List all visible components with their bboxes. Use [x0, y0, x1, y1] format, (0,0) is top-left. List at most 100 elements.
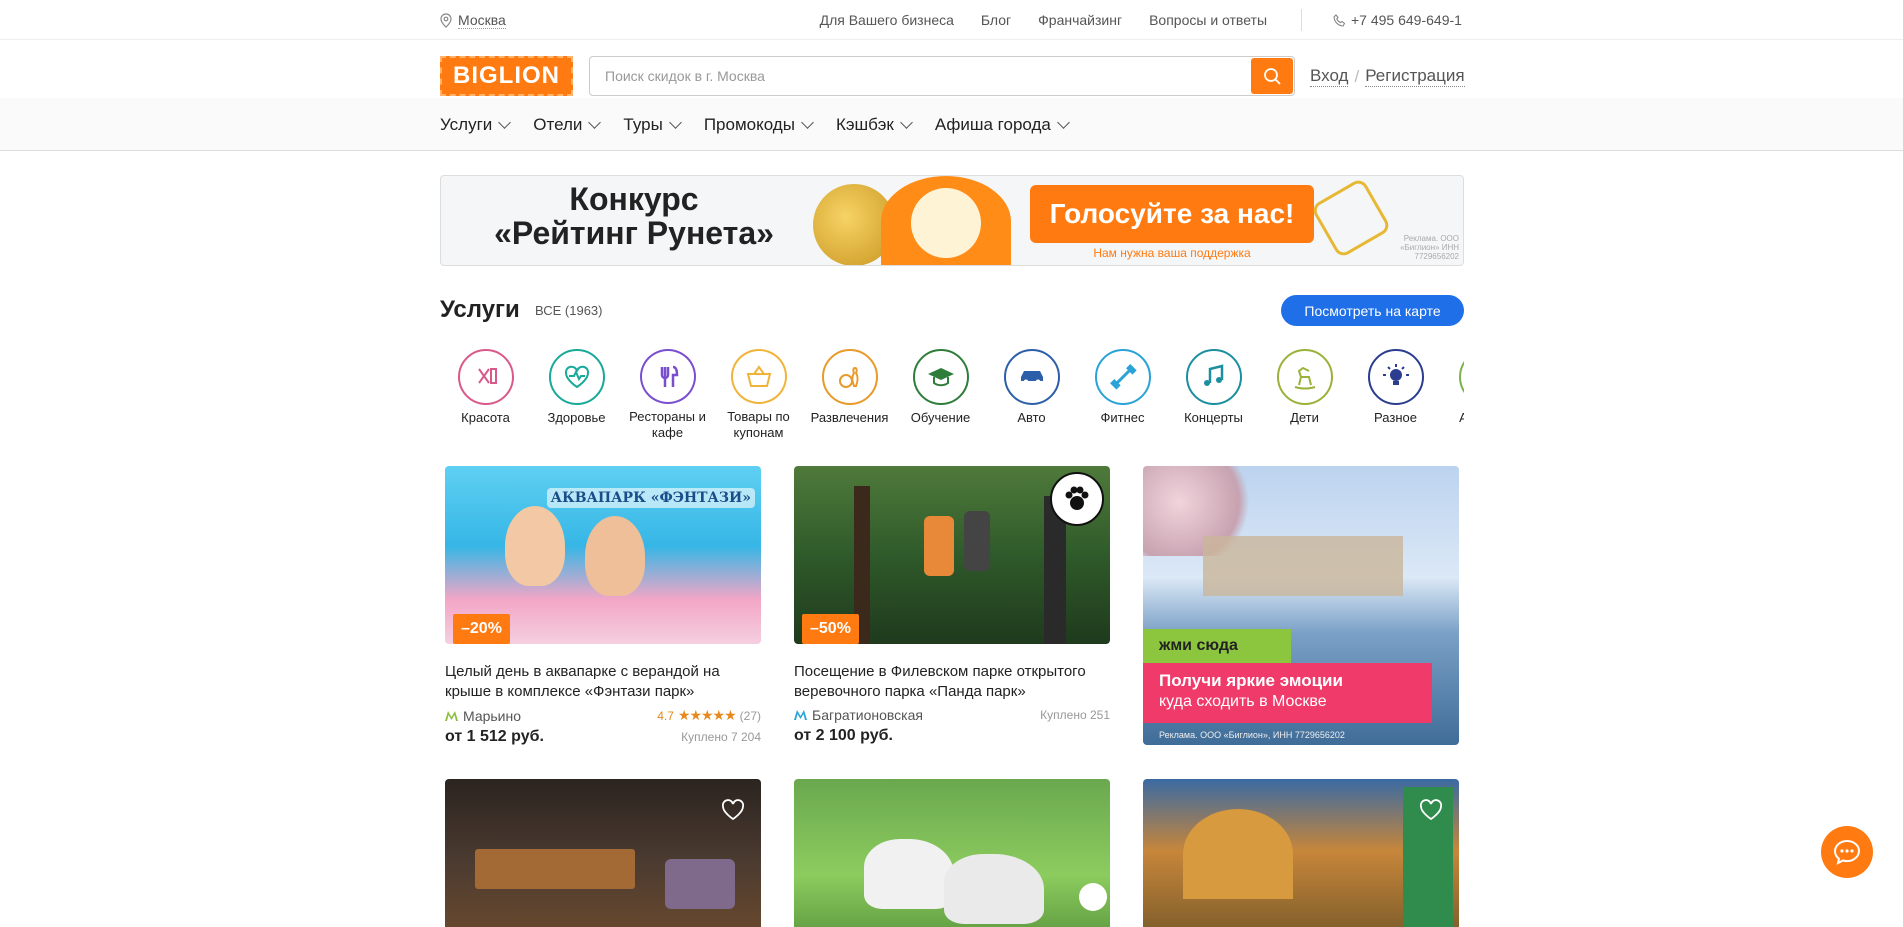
- search-input[interactable]: [590, 57, 1251, 95]
- search-icon: [1264, 68, 1281, 85]
- car-icon: [1020, 371, 1043, 385]
- nav-item-label: Отели: [533, 115, 583, 134]
- category-circle: [457, 349, 514, 405]
- promo-card[interactable]: жми сюда Получи яркие эмоции куда сходит…: [1143, 466, 1459, 745]
- city-selector[interactable]: Москва: [440, 12, 506, 29]
- vote-button[interactable]: Голосуйте за нас!: [1030, 185, 1314, 243]
- section-title: Услуги: [440, 296, 520, 323]
- deal-card[interactable]: АКВАПАРК «ФЭНТАЗИ» –20% Целый день в акв…: [445, 466, 761, 746]
- chat-button[interactable]: [1821, 826, 1873, 878]
- banner-ad-label: Реклама. ООО «Биглион» ИНН 7729656202: [1400, 234, 1459, 261]
- kremlin-image: [1203, 536, 1403, 596]
- phone-link[interactable]: +7 495 649-649-1: [1333, 12, 1462, 28]
- golf-ball-image: [1079, 883, 1107, 911]
- category-label: Красота: [461, 410, 510, 425]
- nav-item-promocodes[interactable]: Промокоды: [703, 115, 814, 135]
- promo-ad-label: Реклама. ООО «Биглион», ИНН 7729656202: [1159, 730, 1345, 740]
- bowling-icon: [838, 366, 858, 388]
- category-basket[interactable]: Товары по купонам: [713, 349, 804, 441]
- panda-park-logo: [1050, 472, 1104, 526]
- deal-price: от 2 100 руб.: [794, 727, 893, 744]
- deal-card[interactable]: [794, 779, 1110, 927]
- deal-image: [1143, 779, 1459, 927]
- deal-title[interactable]: Целый день в аквапарке с верандой на кры…: [445, 662, 761, 702]
- ad-banner[interactable]: Конкурс «Рейтинг Рунета» Голосуйте за на…: [440, 175, 1464, 266]
- category-heart-pulse[interactable]: Здоровье: [531, 349, 622, 441]
- category-bowling[interactable]: Развлечения: [804, 349, 895, 441]
- nav-item-label: Промокоды: [703, 115, 795, 134]
- heart-icon[interactable]: [721, 799, 745, 821]
- deal-title[interactable]: Посещение в Филевском парке открытого ве…: [794, 662, 1110, 702]
- pointer-hand-icon: [1310, 177, 1392, 259]
- category-fork-knife[interactable]: Рестораны и кафе: [622, 349, 713, 441]
- register-link[interactable]: Регистрация: [1365, 66, 1465, 87]
- metro-name: Марьино: [463, 707, 522, 724]
- discount-badge: –50%: [802, 614, 859, 644]
- deal-card[interactable]: [445, 779, 761, 927]
- category-label: Дети: [1290, 410, 1319, 425]
- deal-price: от 1 512 руб.: [445, 728, 544, 745]
- heart-icon[interactable]: [1419, 799, 1443, 821]
- category-label: Развлечения: [810, 410, 889, 425]
- deal-image: [445, 779, 761, 927]
- deal-card[interactable]: –50% Посещение в Филевском парке открыто…: [794, 466, 1110, 745]
- category-label: Товары по купонам: [727, 409, 790, 440]
- section-count[interactable]: ВСЕ (1963): [535, 303, 603, 318]
- basket-icon: [746, 364, 771, 387]
- category-circle: [730, 349, 787, 404]
- deal-image: АКВАПАРК «ФЭНТАЗИ» –20%: [445, 466, 761, 644]
- category-label: Фитнес: [1100, 410, 1145, 425]
- category-circle: [548, 349, 605, 405]
- category-circle: [1185, 349, 1242, 405]
- nav-item-hotels[interactable]: Отели: [533, 115, 602, 135]
- banner-support-text: Нам нужна ваша поддержка: [1093, 246, 1251, 260]
- nav-item-services[interactable]: Услуги: [440, 115, 512, 135]
- chevron-down-icon: [498, 116, 512, 129]
- nav-item-events[interactable]: Афиша города: [934, 115, 1070, 135]
- login-link[interactable]: Вход: [1310, 66, 1349, 87]
- category-label: Авто: [1017, 410, 1046, 425]
- view-map-button[interactable]: Посмотреть на карте: [1281, 295, 1464, 326]
- chevron-down-icon: [1056, 116, 1070, 129]
- promo-tag: жми сюда: [1143, 629, 1291, 663]
- deal-image: [794, 779, 1110, 927]
- nav-item-label: Афиша города: [934, 115, 1051, 134]
- link-business[interactable]: Для Вашего бизнеса: [820, 12, 954, 28]
- category-lightbulb[interactable]: Разное: [1350, 349, 1441, 441]
- category-label: Рестораны и кафе: [629, 409, 706, 440]
- category-music-note[interactable]: Концерты: [1168, 349, 1259, 441]
- child-figure: [585, 516, 645, 596]
- category-rocking-horse[interactable]: Дети: [1259, 349, 1350, 441]
- search-button[interactable]: [1251, 58, 1293, 94]
- deal-card[interactable]: [1143, 779, 1459, 927]
- category-circle: [1003, 349, 1060, 405]
- auth-links: Вход / Регистрация: [1310, 66, 1465, 87]
- logo[interactable]: BIGLION: [440, 56, 573, 96]
- nav-item-cashback[interactable]: Кэшбэк: [835, 115, 913, 135]
- category-scissors-comb[interactable]: Красота: [440, 349, 531, 441]
- link-blog[interactable]: Блог: [981, 12, 1011, 28]
- nav-item-label: Кэшбэк: [835, 115, 894, 134]
- category-car[interactable]: Авто: [986, 349, 1077, 441]
- main-nav: Услуги Отели Туры Промокоды Кэшбэк Афиша…: [0, 98, 1903, 151]
- link-franchise[interactable]: Франчайзинг: [1038, 12, 1122, 28]
- link-faq[interactable]: Вопросы и ответы: [1149, 12, 1267, 28]
- metro-station: Багратионовская: [794, 707, 923, 723]
- category-dumbbell[interactable]: Фитнес: [1077, 349, 1168, 441]
- climber-figure: [924, 516, 954, 576]
- category-circle: [639, 349, 696, 404]
- review-count: (27): [739, 708, 761, 723]
- rocking-horse-icon: [1294, 366, 1315, 390]
- music-note-icon: [1203, 364, 1223, 386]
- category-graduation-cap[interactable]: Обучение: [895, 349, 986, 441]
- promo-banner: Получи яркие эмоции куда сходить в Москв…: [1143, 663, 1432, 723]
- category-label: Концерты: [1184, 410, 1243, 425]
- graduation-cap-icon: [927, 368, 954, 387]
- metro-station: Марьино: [445, 708, 521, 724]
- chair-image: [665, 859, 735, 909]
- nav-item-tours[interactable]: Туры: [623, 115, 682, 135]
- promo-headline: Получи яркие эмоции: [1159, 671, 1343, 690]
- category-gift[interactable]: А… По…: [1441, 349, 1464, 441]
- category-label: Обучение: [910, 410, 971, 425]
- metro-name: Багратионовская: [812, 707, 923, 723]
